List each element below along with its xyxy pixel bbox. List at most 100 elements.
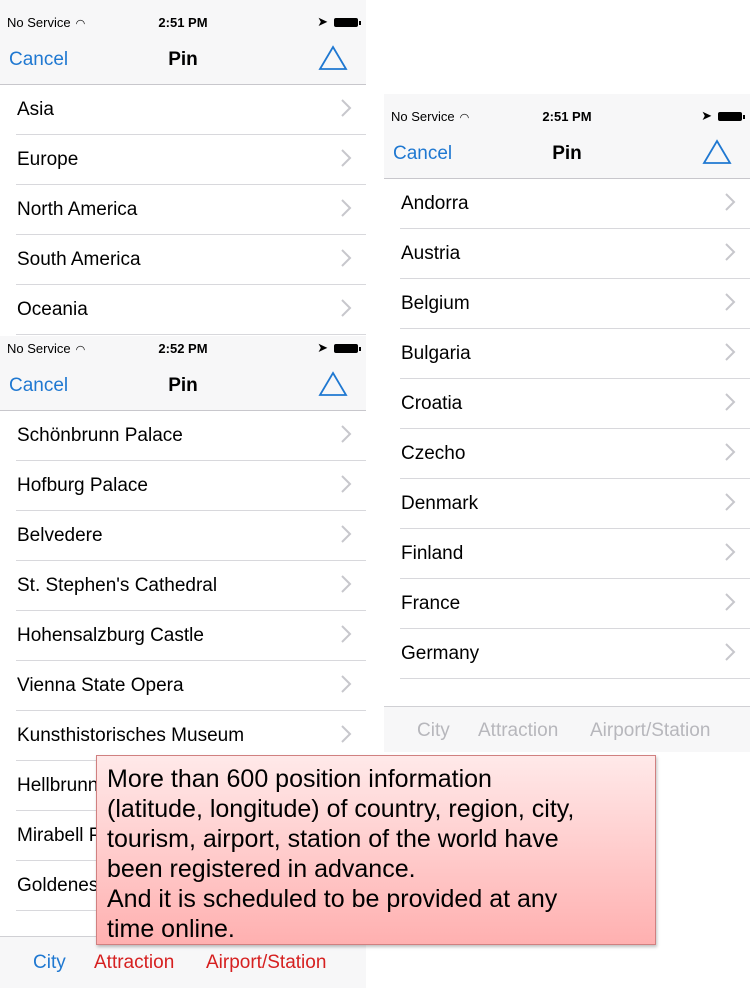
list-item-label: Hellbrunn — [17, 775, 99, 796]
list-item[interactable]: France — [384, 579, 750, 629]
list-item[interactable]: Belgium — [384, 279, 750, 329]
share-triangle-icon[interactable] — [318, 44, 348, 72]
battery-icon — [718, 112, 745, 122]
tab-city[interactable]: City — [33, 952, 66, 974]
list-item[interactable]: Croatia — [384, 379, 750, 429]
list-item[interactable]: Andorra — [384, 179, 750, 229]
chevron-right-icon — [341, 249, 352, 267]
list-item[interactable]: South America — [0, 235, 366, 285]
list-item-label: Finland — [401, 543, 464, 564]
list-item-label: France — [401, 593, 461, 614]
tab-attraction[interactable]: Attraction — [94, 952, 174, 974]
list-item-label: Germany — [401, 643, 480, 664]
status-bar: No Service ◠ 2:51 PM ➤ — [0, 0, 366, 34]
chevron-right-icon — [341, 199, 352, 217]
list-item-label: Bulgaria — [401, 343, 471, 364]
list-item[interactable]: Vienna State Opera — [0, 661, 366, 711]
callout-line: More than 600 position information — [107, 765, 492, 793]
list-item-label: South America — [17, 249, 141, 270]
list-item-label: Belgium — [401, 293, 470, 314]
list-item-label: Hofburg Palace — [17, 475, 148, 496]
callout-line: (latitude, longitude) of country, region… — [107, 795, 575, 823]
continent-list: Asia Europe North America South America Ocea… — [0, 85, 366, 335]
chevron-right-icon — [725, 443, 736, 461]
list-item[interactable]: Belvedere — [0, 511, 366, 561]
share-triangle-icon[interactable] — [702, 138, 732, 166]
list-item[interactable]: Hohensalzburg Castle — [0, 611, 366, 661]
location-arrow-icon: ➤ — [317, 14, 328, 29]
list-item-label: Belvedere — [17, 525, 103, 546]
list-item-label: Denmark — [401, 493, 479, 514]
status-time: 2:51 PM — [158, 15, 208, 30]
status-indicators: ➤ — [317, 14, 361, 30]
country-list: Andorra Austria Belgium Bulgaria Croatia Czec… — [384, 179, 750, 679]
list-item-label: North America — [17, 199, 138, 220]
nav-title: Pin — [168, 375, 198, 396]
status-time: 2:51 PM — [542, 109, 592, 124]
list-item[interactable]: Bulgaria — [384, 329, 750, 379]
chevron-right-icon — [341, 149, 352, 167]
tab-bar: City Attraction Airport/Station — [384, 706, 750, 752]
list-item-label: Austria — [401, 243, 461, 264]
list-item[interactable]: Denmark — [384, 479, 750, 529]
chevron-right-icon — [341, 625, 352, 643]
navigation-bar: Cancel Pin — [384, 128, 750, 179]
chevron-right-icon — [341, 475, 352, 493]
list-item[interactable]: North America — [0, 185, 366, 235]
row-separator — [16, 334, 366, 335]
chevron-right-icon — [341, 525, 352, 543]
status-indicators: ➤ — [317, 340, 361, 356]
tab-airport-station[interactable]: Airport/Station — [590, 720, 710, 742]
list-item[interactable]: Asia — [0, 85, 366, 135]
list-item-label: Czecho — [401, 443, 466, 464]
list-item[interactable]: Austria — [384, 229, 750, 279]
info-callout: More than 600 position information (latit… — [96, 755, 656, 945]
chevron-right-icon — [341, 725, 352, 743]
status-bar: No Service ◠ 2:51 PM ➤ — [384, 94, 750, 128]
share-triangle-icon[interactable] — [318, 370, 348, 398]
battery-icon — [334, 18, 361, 28]
chevron-right-icon — [341, 425, 352, 443]
status-indicators: ➤ — [701, 108, 745, 124]
list-item[interactable]: St. Stephen's Cathedral — [0, 561, 366, 611]
status-time: 2:52 PM — [158, 341, 208, 356]
list-item-label: Europe — [17, 149, 79, 170]
tab-airport-station[interactable]: Airport/Station — [206, 952, 326, 974]
screen-continent-list: No Service ◠ 2:51 PM ➤ Cancel Pin Asia Eur… — [0, 0, 366, 336]
list-item-label: Oceania — [17, 299, 88, 320]
list-item[interactable]: Germany — [384, 629, 750, 679]
list-item[interactable]: Hofburg Palace — [0, 461, 366, 511]
callout-line: time online. — [107, 915, 235, 943]
list-item[interactable]: Kunsthistorisches Museum — [0, 711, 366, 761]
tab-attraction[interactable]: Attraction — [478, 720, 558, 742]
list-item-label: St. Stephen's Cathedral — [17, 575, 218, 596]
tab-city[interactable]: City — [417, 720, 450, 742]
chevron-right-icon — [725, 193, 736, 211]
location-arrow-icon: ➤ — [317, 340, 328, 355]
screen-country-list: No Service ◠ 2:51 PM ➤ Cancel Pin Andorra… — [384, 94, 750, 752]
location-arrow-icon: ➤ — [701, 108, 712, 123]
chevron-right-icon — [725, 343, 736, 361]
callout-line: tourism, airport, station of the world h… — [107, 825, 559, 853]
list-item[interactable]: Finland — [384, 529, 750, 579]
list-item-label: Goldenes — [17, 875, 99, 896]
chevron-right-icon — [725, 393, 736, 411]
nav-title: Pin — [552, 143, 582, 164]
chevron-right-icon — [725, 293, 736, 311]
list-item-label: Croatia — [401, 393, 463, 414]
nav-title: Pin — [168, 49, 198, 70]
list-item-label: Andorra — [401, 193, 469, 214]
callout-line: And it is scheduled to be provided at an… — [107, 885, 558, 913]
list-item[interactable]: Schönbrunn Palace — [0, 411, 366, 461]
list-item[interactable]: Oceania — [0, 285, 366, 335]
chevron-right-icon — [725, 243, 736, 261]
list-item-label: Mirabell P — [17, 825, 102, 846]
list-item-label: Vienna State Opera — [17, 675, 184, 696]
chevron-right-icon — [725, 493, 736, 511]
row-separator — [400, 678, 750, 679]
navigation-bar: Cancel Pin — [0, 360, 366, 411]
list-item[interactable]: Czecho — [384, 429, 750, 479]
chevron-right-icon — [341, 99, 352, 117]
chevron-right-icon — [341, 575, 352, 593]
list-item[interactable]: Europe — [0, 135, 366, 185]
